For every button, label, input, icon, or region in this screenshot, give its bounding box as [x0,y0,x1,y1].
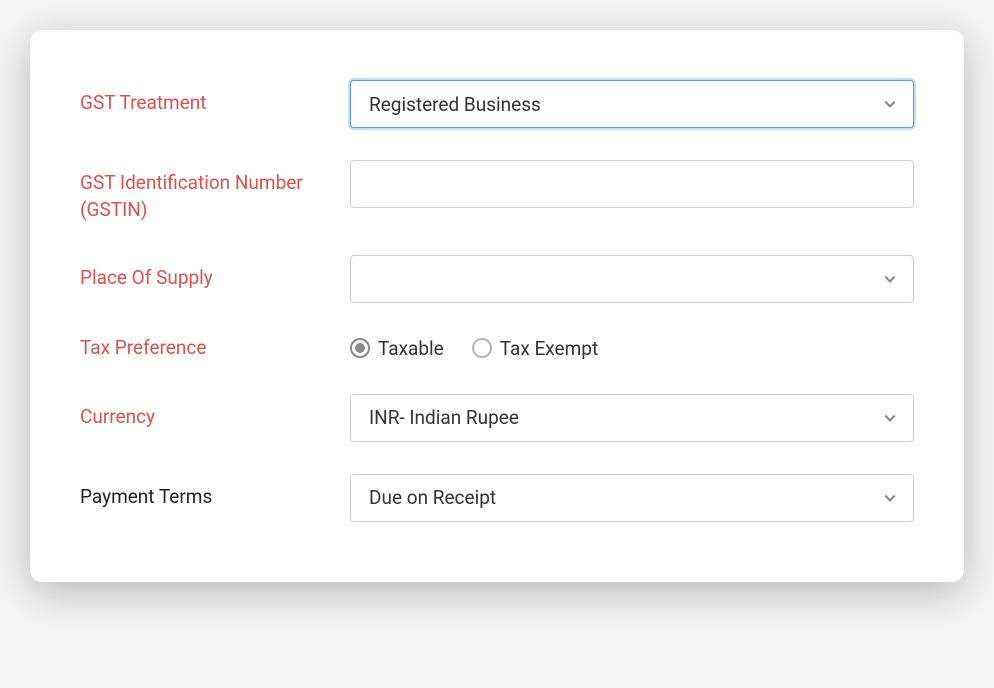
row-place-of-supply: Place Of Supply [80,255,914,303]
input-gstin[interactable] [350,160,914,208]
label-place-of-supply: Place Of Supply [80,255,350,292]
label-tax-preference: Tax Preference [80,335,350,362]
select-payment-terms[interactable]: Due on Receipt [350,474,914,522]
chevron-down-icon [883,411,897,425]
select-place-of-supply[interactable] [350,255,914,303]
row-gst-treatment: GST Treatment Registered Business [80,80,914,128]
row-tax-preference: Tax Preference Taxable Tax Exempt [80,335,914,362]
radio-circle-icon [350,338,370,358]
row-currency: Currency INR- Indian Rupee [80,394,914,442]
select-currency-value: INR- Indian Rupee [369,406,519,429]
label-currency: Currency [80,394,350,431]
row-gstin: GST Identification Number (GSTIN) [80,160,914,223]
radio-tax-exempt-label: Tax Exempt [500,337,598,360]
select-gst-treatment-value: Registered Business [369,93,541,116]
chevron-down-icon [883,97,897,111]
radio-circle-icon [472,338,492,358]
select-payment-terms-value: Due on Receipt [369,486,496,509]
radio-taxable[interactable]: Taxable [350,337,444,360]
label-gstin: GST Identification Number (GSTIN) [80,160,350,223]
label-gst-treatment: GST Treatment [80,80,350,117]
radio-group-tax-preference: Taxable Tax Exempt [350,337,914,360]
select-currency[interactable]: INR- Indian Rupee [350,394,914,442]
select-gst-treatment[interactable]: Registered Business [350,80,914,128]
chevron-down-icon [883,272,897,286]
radio-tax-exempt[interactable]: Tax Exempt [472,337,598,360]
label-payment-terms: Payment Terms [80,474,350,511]
row-payment-terms: Payment Terms Due on Receipt [80,474,914,522]
form-card: GST Treatment Registered Business GST Id… [30,30,964,582]
radio-taxable-label: Taxable [378,337,444,360]
chevron-down-icon [883,491,897,505]
